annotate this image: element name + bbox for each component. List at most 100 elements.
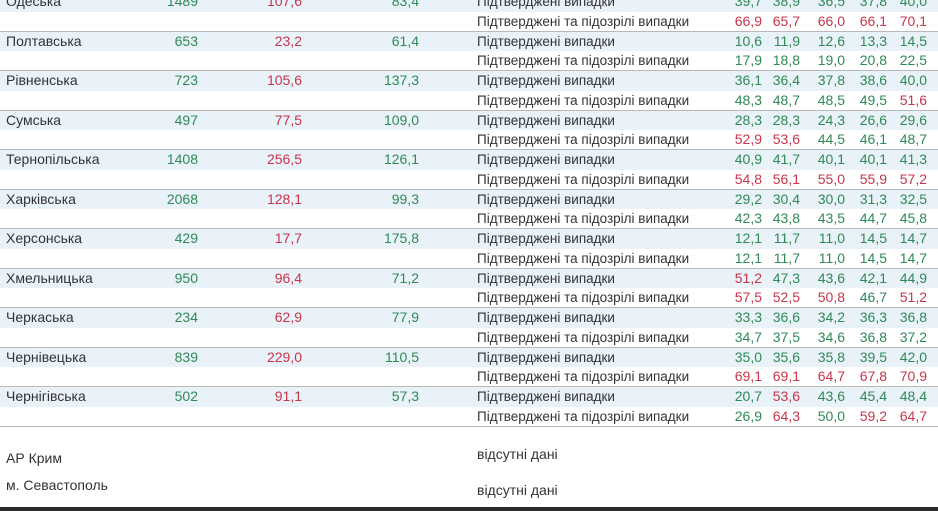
indicator-label: Підтверджені та підозрілі випадки xyxy=(477,250,690,266)
trend-value: 57,2 xyxy=(899,170,927,187)
indicator-label: Підтверджені та підозрілі випадки xyxy=(477,13,690,29)
indicator-label: Підтверджені випадки xyxy=(477,191,615,207)
rate-value-1: 62,9 xyxy=(274,309,302,325)
rate-value-2: 99,3 xyxy=(391,190,419,207)
rate-value-1: 107,6 xyxy=(266,0,302,9)
trend-value: 39,5 xyxy=(859,348,887,365)
rate-value-2: 126,1 xyxy=(383,151,419,167)
trend-value: 70,9 xyxy=(899,368,927,385)
confirmed-suspected-line: Підтверджені та підозрілі випадки 54,8 56,… xyxy=(0,170,938,190)
trend-value: 47,3 xyxy=(772,269,800,286)
trend-value: 49,5 xyxy=(859,91,887,108)
trend-value: 35,8 xyxy=(817,348,845,365)
trend-value: 26,6 xyxy=(859,111,887,128)
confirmed-suspected-line: Підтверджені та підозрілі випадки 34,7 37,… xyxy=(0,328,938,348)
trend-value: 36,1 xyxy=(734,72,762,88)
rate-value-1: 256,5 xyxy=(266,151,302,167)
region-name: Харківська xyxy=(6,190,76,207)
bottom-rule xyxy=(0,507,938,511)
indicator-label: Підтверджені та підозрілі випадки xyxy=(477,329,690,345)
region-row: Чернівецька 839 229,0 110,5 Підтверджені вип… xyxy=(0,347,938,387)
trend-value: 52,5 xyxy=(772,289,800,306)
trend-value: 41,7 xyxy=(772,151,800,167)
trend-value: 69,1 xyxy=(734,368,762,385)
indicator-label: Підтверджені та підозрілі випадки xyxy=(477,211,690,227)
region-row: Рівненська 723 105,6 137,3 Підтверджені випа… xyxy=(0,71,938,111)
rate-value-2: 57,3 xyxy=(391,388,419,404)
trend-value: 34,7 xyxy=(734,328,762,345)
trend-value: 29,6 xyxy=(899,111,927,128)
trend-value: 55,9 xyxy=(859,170,887,187)
trend-value: 51,2 xyxy=(734,269,762,286)
trend-value: 20,8 xyxy=(859,52,887,69)
confirmed-suspected-line: Підтверджені та підозрілі випадки 66,9 65,… xyxy=(0,12,938,32)
rate-value-2: 110,5 xyxy=(385,348,419,365)
trend-value: 11,7 xyxy=(773,249,800,266)
trend-value: 52,9 xyxy=(734,131,762,148)
trend-value: 14,5 xyxy=(899,32,927,49)
trend-value: 39,7 xyxy=(734,0,762,9)
region-row: Полтавська 653 23,2 61,4 Підтверджені випадк… xyxy=(0,31,938,71)
trend-value: 53,6 xyxy=(772,131,800,148)
trend-value: 36,8 xyxy=(899,309,927,325)
cases-count: 429 xyxy=(174,230,198,246)
trend-value: 66,0 xyxy=(817,12,845,29)
trend-value: 38,6 xyxy=(859,72,887,88)
trend-value: 64,7 xyxy=(899,407,927,424)
trend-value: 64,3 xyxy=(772,407,800,424)
trend-value: 55,0 xyxy=(817,170,845,187)
trend-value: 42,1 xyxy=(859,269,887,286)
trend-value: 51,2 xyxy=(899,289,927,306)
indicator-label: Підтверджені випадки xyxy=(477,33,615,49)
confirmed-line: Одеська 1489 107,6 83,4 Підтверджені випадки… xyxy=(0,0,938,12)
trend-value: 43,8 xyxy=(772,210,800,227)
rate-value-2: 175,8 xyxy=(383,230,419,246)
rate-value-1: 23,2 xyxy=(274,32,302,49)
trend-value: 14,5 xyxy=(859,249,887,266)
trend-value: 41,3 xyxy=(899,151,927,167)
cases-count: 497 xyxy=(174,111,198,128)
confirmed-suspected-line: Підтверджені та підозрілі випадки 26,9 64,… xyxy=(0,407,938,427)
confirmed-suspected-line: Підтверджені та підозрілі випадки 17,9 18,… xyxy=(0,51,938,71)
cases-count: 653 xyxy=(174,32,198,49)
trend-value: 34,2 xyxy=(817,309,845,325)
region-row: Сумська 497 77,5 109,0 Підтверджені випадки 2… xyxy=(0,110,938,150)
rate-value-2: 83,4 xyxy=(391,0,419,9)
confirmed-line: Черкаська 234 62,9 77,9 Підтверджені випадки… xyxy=(0,308,938,328)
trend-value: 45,8 xyxy=(899,210,927,227)
trend-value: 66,9 xyxy=(734,12,762,29)
trend-value: 11,7 xyxy=(773,230,800,246)
trend-value: 43,6 xyxy=(817,269,845,286)
trend-value: 40,0 xyxy=(899,72,927,88)
trend-value: 18,8 xyxy=(772,52,800,69)
region-name: Чернівецька xyxy=(6,348,87,365)
indicator-label: Підтверджені та підозрілі випадки xyxy=(477,53,690,69)
trend-value: 69,1 xyxy=(772,368,800,385)
rate-value-1: 128,1 xyxy=(266,190,302,207)
trend-value: 43,5 xyxy=(817,210,845,227)
region-row: Черкаська 234 62,9 77,9 Підтверджені випадки… xyxy=(0,308,938,348)
trend-value: 20,7 xyxy=(734,388,762,404)
trend-value: 65,7 xyxy=(772,12,800,29)
trend-value: 35,0 xyxy=(734,348,762,365)
indicator-label: Підтверджені та підозрілі випадки xyxy=(477,369,690,385)
trend-value: 46,1 xyxy=(859,131,887,148)
missing-data-note: відсутні дані xyxy=(477,446,558,462)
trend-value: 14,7 xyxy=(899,249,927,266)
cases-count: 502 xyxy=(174,388,198,404)
trend-value: 29,2 xyxy=(734,190,762,207)
region-name: АР Крим xyxy=(6,450,62,466)
trend-value: 40,1 xyxy=(859,151,887,167)
region-row: Чернігівська 502 91,1 57,3 Підтверджені випа… xyxy=(0,387,938,427)
rate-value-1: 229,0 xyxy=(266,348,302,365)
trend-value: 51,6 xyxy=(899,91,927,108)
region-name: Рівненська xyxy=(6,72,78,88)
rate-value-1: 96,4 xyxy=(274,269,302,286)
indicator-label: Підтверджені випадки xyxy=(477,270,615,286)
region-row: Херсонська 429 17,7 175,8 Підтверджені випад… xyxy=(0,229,938,269)
indicator-label: Підтверджені та підозрілі випадки xyxy=(477,290,690,306)
footer-row-crimea: АР Крим відсутні дані xyxy=(0,446,938,472)
trend-value: 36,4 xyxy=(772,72,800,88)
confirmed-line: Херсонська 429 17,7 175,8 Підтверджені випад… xyxy=(0,229,938,249)
trend-value: 37,5 xyxy=(772,328,800,345)
